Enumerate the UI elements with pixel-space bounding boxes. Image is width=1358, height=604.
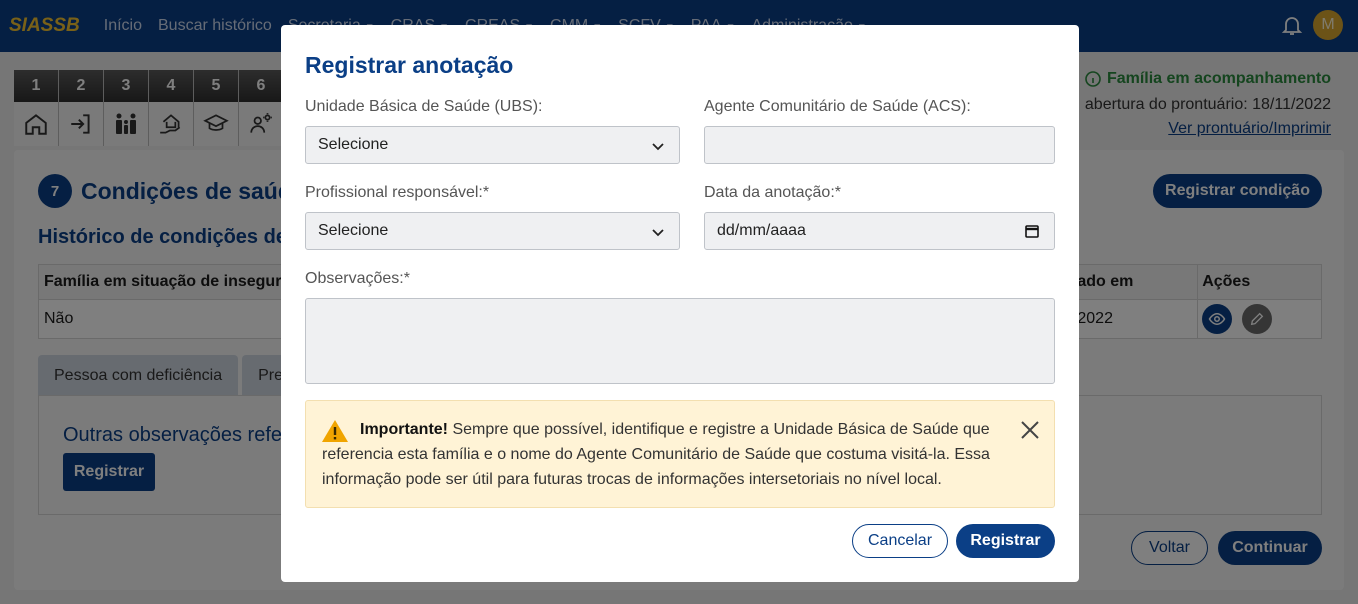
date-placeholder: dd/mm/aaaa <box>717 222 806 239</box>
acs-label: Agente Comunitário de Saúde (ACS): <box>704 98 971 115</box>
observations-label: Observações:* <box>305 270 410 287</box>
calendar-icon[interactable] <box>1024 223 1040 239</box>
observations-textarea[interactable] <box>305 298 1055 384</box>
modal-title: Registrar anotação <box>305 52 514 78</box>
close-icon[interactable] <box>1019 419 1041 441</box>
date-label: Data da anotação:* <box>704 184 841 201</box>
chevron-down-icon <box>652 229 664 237</box>
ubs-label: Unidade Básica de Saúde (UBS): <box>305 98 543 115</box>
important-alert: Importante! Sempre que possível, identif… <box>305 400 1055 508</box>
ubs-select[interactable]: Selecione <box>305 126 680 164</box>
alert-message: Importante! Sempre que possível, identif… <box>322 417 1002 492</box>
acs-input[interactable] <box>704 126 1055 164</box>
chevron-down-icon <box>652 143 664 151</box>
professional-select-value: Selecione <box>318 222 389 239</box>
date-input[interactable]: dd/mm/aaaa <box>704 212 1055 250</box>
submit-button[interactable]: Registrar <box>956 524 1055 558</box>
professional-select[interactable]: Selecione <box>305 212 680 250</box>
cancel-button[interactable]: Cancelar <box>852 524 948 558</box>
register-note-modal: Registrar anotação Unidade Básica de Saú… <box>281 25 1079 582</box>
ubs-select-value: Selecione <box>318 136 389 153</box>
professional-label: Profissional responsável:* <box>305 184 490 201</box>
alert-bold: Importante! <box>360 421 448 438</box>
